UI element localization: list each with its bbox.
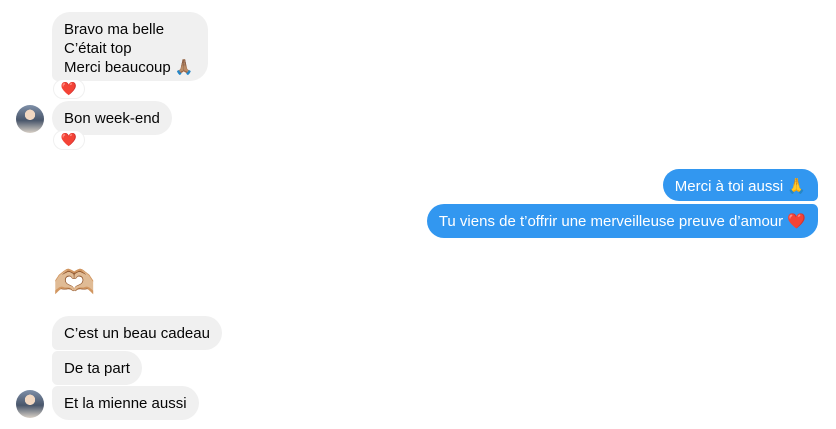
message-text: C’est un beau cadeau <box>64 325 210 342</box>
message-text: Bon week-end <box>64 110 160 127</box>
message-text: Merci à toi aussi 🙏 <box>674 178 806 195</box>
message-line: Merci beaucoup 🙏🏽 <box>64 59 194 76</box>
message-bubble-received-2[interactable]: Bon week-end <box>52 101 172 135</box>
heart-reaction[interactable]: ❤️ <box>54 80 84 98</box>
heart-reaction[interactable]: ❤️ <box>54 131 84 149</box>
heart-icon: ❤️ <box>60 81 78 97</box>
message-bubble-sent-2[interactable]: Tu viens de t’offrir une merveilleuse pr… <box>426 204 818 238</box>
message-text: Et la mienne aussi <box>64 395 187 412</box>
heart-hands-emoji-message[interactable]: 🫶🏼 <box>53 263 95 303</box>
message-text: De ta part <box>64 360 130 377</box>
message-bubble-received-1[interactable]: Bravo ma belle C’était top Merci beaucou… <box>52 12 208 81</box>
message-bubble-received-4[interactable]: C’est un beau cadeau <box>52 316 222 350</box>
contact-avatar[interactable] <box>16 390 44 418</box>
message-line: C’était top <box>64 40 132 57</box>
heart-icon: ❤️ <box>60 132 78 148</box>
message-line: Bravo ma belle <box>64 21 165 38</box>
message-bubble-received-6[interactable]: Et la mienne aussi <box>52 386 199 420</box>
message-bubble-received-5[interactable]: De ta part <box>52 351 142 385</box>
contact-avatar[interactable] <box>16 105 44 133</box>
message-text: Tu viens de t’offrir une merveilleuse pr… <box>438 213 806 230</box>
message-bubble-sent-1[interactable]: Merci à toi aussi 🙏 <box>662 169 818 201</box>
